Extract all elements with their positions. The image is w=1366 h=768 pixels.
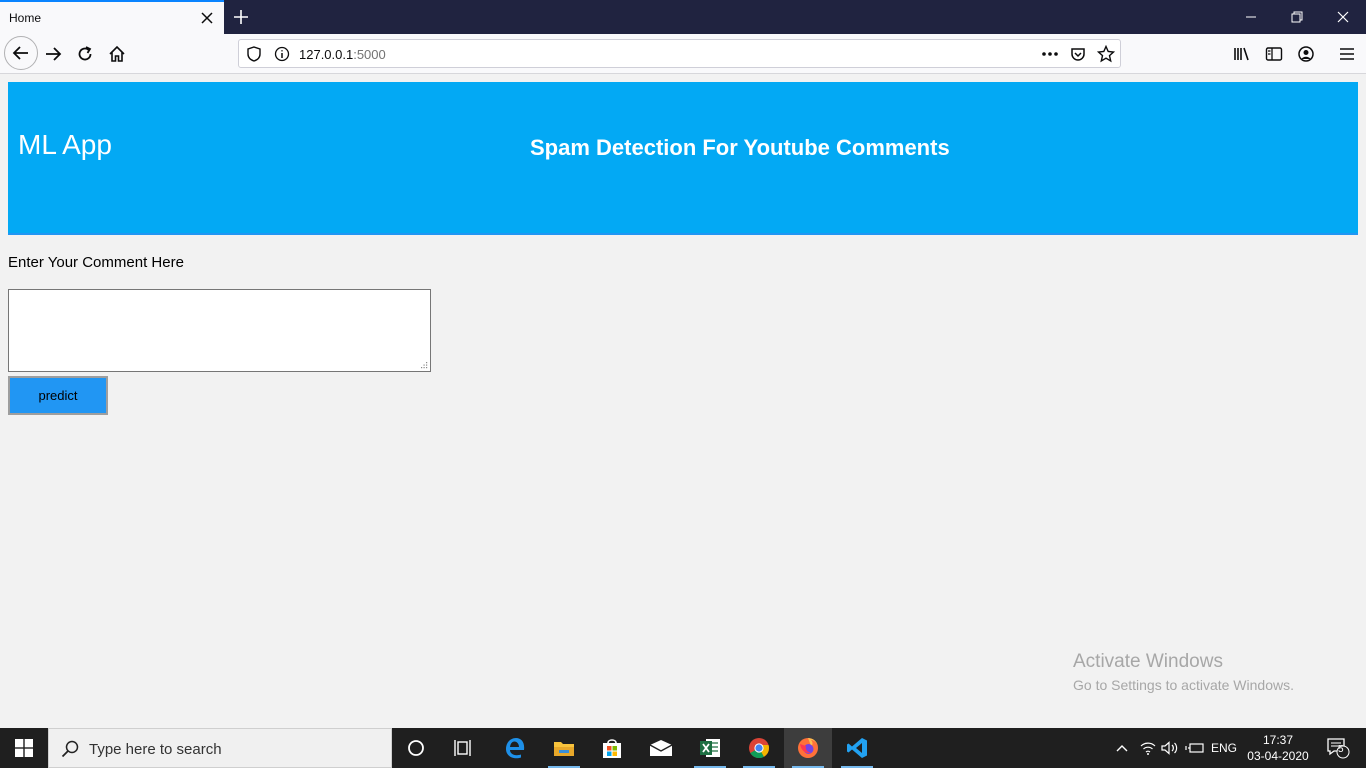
url-bar[interactable]: 127.0.0.1:5000 (238, 39, 1121, 68)
task-view-icon (454, 740, 471, 756)
page-header: ML App Spam Detection For Youtube Commen… (8, 82, 1358, 235)
action-center-button[interactable]: 5 (1318, 728, 1358, 768)
taskbar-clock[interactable]: 17:37 03-04-2020 (1240, 732, 1316, 764)
chrome-icon (749, 738, 770, 759)
taskbar-excel[interactable] (686, 728, 734, 768)
minimize-button[interactable] (1228, 0, 1274, 34)
account-button[interactable] (1290, 38, 1322, 70)
mail-icon (649, 740, 673, 756)
site-info-icon[interactable] (272, 45, 292, 63)
home-button[interactable] (101, 38, 133, 70)
search-placeholder: Type here to search (89, 741, 222, 758)
bookmark-star-icon[interactable] (1096, 45, 1116, 63)
reload-icon (78, 46, 92, 61)
hamburger-menu-icon (1340, 48, 1354, 60)
network-button[interactable] (1138, 728, 1158, 768)
close-tab-icon[interactable] (200, 11, 214, 25)
chevron-up-icon (1116, 745, 1128, 752)
account-icon (1298, 46, 1314, 62)
app-title: ML App (18, 129, 112, 160)
clock-date: 03-04-2020 (1247, 749, 1309, 763)
forward-button[interactable] (37, 38, 69, 70)
predict-button[interactable]: predict (8, 376, 108, 415)
url-host: 127.0.0.1 (299, 47, 354, 62)
taskbar-vscode[interactable] (833, 728, 881, 768)
tab-title: Home (9, 11, 42, 25)
menu-button[interactable] (1331, 38, 1363, 70)
back-arrow-icon (12, 46, 28, 60)
page-actions-icon[interactable] (1040, 45, 1060, 63)
clock-time: 17:37 (1262, 733, 1294, 747)
taskbar-chrome[interactable] (735, 728, 783, 768)
sidebar-button[interactable] (1258, 38, 1290, 70)
edge-icon (506, 738, 525, 759)
store-icon (603, 739, 621, 758)
cortana-button[interactable] (392, 728, 440, 768)
windows-logo-icon (15, 739, 33, 757)
wifi-icon (1140, 742, 1156, 755)
taskbar-edge[interactable] (491, 728, 539, 768)
speaker-icon (1161, 741, 1178, 755)
windows-taskbar: Type here to search ENG 17:37 03-04-2020… (0, 728, 1366, 768)
firefox-icon (798, 738, 818, 758)
tab-home[interactable]: Home (0, 0, 224, 34)
volume-button[interactable] (1160, 728, 1180, 768)
minimize-icon (1246, 16, 1256, 18)
back-button[interactable] (4, 36, 38, 70)
close-icon (1337, 11, 1349, 23)
url-port: :5000 (353, 47, 386, 62)
battery-plug-icon (1185, 743, 1204, 753)
comment-input[interactable] (8, 289, 431, 372)
show-hidden-icons-button[interactable] (1112, 728, 1132, 768)
reload-button[interactable] (69, 38, 101, 70)
restore-icon (1291, 11, 1303, 23)
cortana-icon (408, 740, 424, 756)
vscode-icon (847, 738, 867, 758)
navigation-toolbar: 127.0.0.1:5000 (0, 34, 1366, 74)
file-explorer-icon (554, 742, 574, 756)
url-text[interactable]: 127.0.0.1:5000 (299, 47, 386, 62)
input-language[interactable]: ENG (1208, 728, 1240, 768)
start-button[interactable] (0, 728, 48, 768)
taskbar-store[interactable] (588, 728, 636, 768)
taskbar-mail[interactable] (637, 728, 685, 768)
battery-button[interactable] (1184, 728, 1206, 768)
new-tab-icon[interactable] (232, 8, 250, 26)
taskbar-file-explorer[interactable] (540, 728, 588, 768)
library-icon (1234, 47, 1249, 61)
activation-watermark-subtitle: Go to Settings to activate Windows. (1073, 677, 1294, 693)
notification-count: 5 (1338, 744, 1344, 755)
page-heading: Spam Detection For Youtube Comments (530, 135, 950, 160)
close-window-button[interactable] (1320, 0, 1366, 34)
comment-label: Enter Your Comment Here (8, 254, 184, 271)
sidebar-icon (1265, 47, 1283, 61)
taskbar-firefox[interactable] (784, 728, 832, 768)
home-icon (109, 45, 125, 62)
forward-arrow-icon (46, 47, 62, 61)
pocket-icon[interactable] (1068, 45, 1088, 63)
browser-tab-bar: Home (0, 0, 1366, 34)
restore-button[interactable] (1274, 0, 1320, 34)
taskbar-search-box[interactable]: Type here to search (48, 728, 392, 768)
activation-watermark-title: Activate Windows (1073, 651, 1223, 672)
excel-icon (700, 739, 720, 757)
search-icon (61, 740, 79, 758)
resize-grip-icon[interactable] (418, 360, 428, 370)
shield-icon[interactable] (244, 45, 264, 63)
task-view-button[interactable] (440, 728, 488, 768)
library-button[interactable] (1226, 38, 1258, 70)
